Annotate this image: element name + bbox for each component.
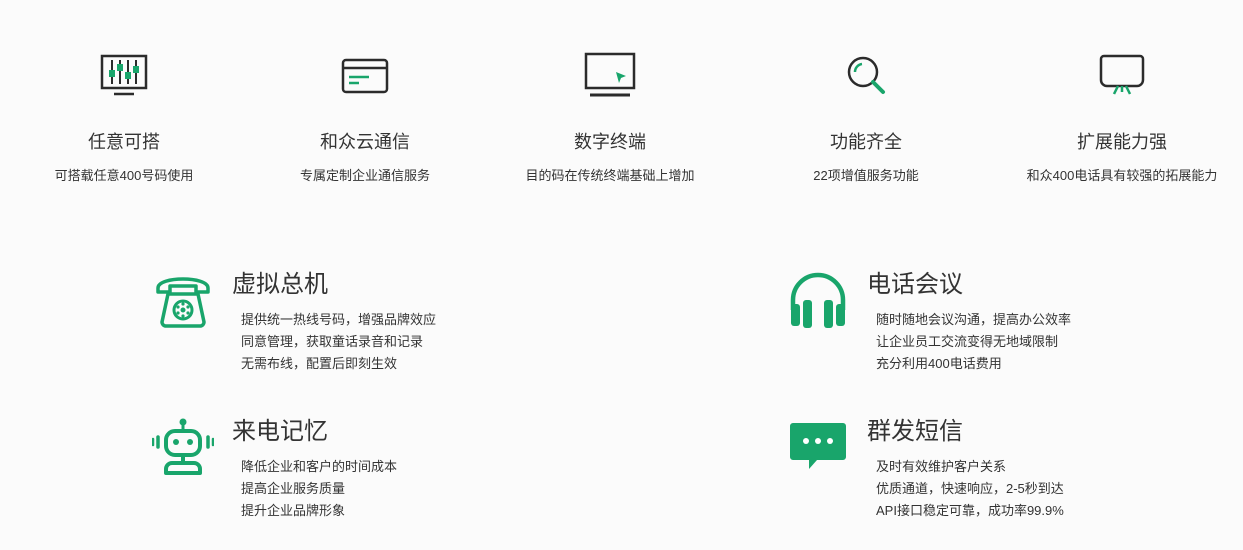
service-line: 随时随地会议沟通，提高办公效率 [876, 312, 1072, 327]
feature-title: 扩展能力强 [1077, 132, 1167, 152]
service-line: 提升企业品牌形象 [241, 503, 346, 518]
service-line: 同意管理，获取童话录音和记录 [241, 334, 424, 349]
feature-desc: 目的码在传统终端基础上增加 [525, 168, 695, 183]
monitor-cursor-icon [584, 52, 636, 97]
service-line: 让企业员工交流变得无地域限制 [876, 334, 1059, 349]
telephone-icon [156, 277, 210, 328]
feature-title: 数字终端 [574, 132, 646, 152]
service-line: 提高企业服务质量 [241, 481, 346, 496]
card-icon [341, 58, 389, 94]
feature-item: 和众云通信 专属定制企业通信服务 [241, 0, 489, 200]
service-title: 来电记忆 [232, 418, 328, 445]
feature-item: 功能齐全 22项增值服务功能 [742, 0, 990, 200]
feature-title: 功能齐全 [830, 132, 902, 152]
features-row: 任意可搭 可搭载任意400号码使用 和众云通信 专属定制企业通信服务 数字终端 … [0, 0, 1243, 200]
equalizer-monitor-icon [100, 54, 148, 96]
service-line: 及时有效维护客户关系 [876, 459, 1007, 474]
feature-item: 扩展能力强 和众400电话具有较强的拓展能力 [998, 0, 1243, 200]
display-stand-icon [1099, 54, 1145, 95]
feature-desc: 和众400电话具有较强的拓展能力 [1026, 168, 1218, 183]
service-lines: 降低企业和客户的时间成本 提高企业服务质量 提升企业品牌形象 [241, 456, 397, 522]
service-conference-call: 电话会议 随时随地会议沟通，提高办公效率 让企业员工交流变得无地域限制 充分利用… [787, 270, 1243, 390]
service-line: 优质通道，快速响应，2-5秒到达 [876, 481, 1064, 496]
service-lines: 及时有效维护客户关系 优质通道，快速响应，2-5秒到达 API接口稳定可靠，成功… [876, 456, 1064, 522]
headphones-icon [790, 272, 846, 328]
feature-title: 和众云通信 [320, 132, 410, 152]
feature-item: 任意可搭 可搭载任意400号码使用 [0, 0, 248, 200]
service-title: 群发短信 [867, 418, 963, 445]
robot-icon [152, 418, 214, 475]
service-lines: 提供统一热线号码，增强品牌效应 同意管理，获取童话录音和记录 无需布线，配置后即… [241, 309, 436, 375]
service-call-memory: 来电记忆 降低企业和客户的时间成本 提高企业服务质量 提升企业品牌形象 [152, 417, 632, 537]
feature-title: 任意可搭 [88, 132, 160, 152]
service-line: 充分利用400电话费用 [876, 356, 1002, 371]
service-lines: 随时随地会议沟通，提高办公效率 让企业员工交流变得无地域限制 充分利用400电话… [876, 309, 1071, 375]
service-virtual-switchboard: 虚拟总机 提供统一热线号码，增强品牌效应 同意管理，获取童话录音和记录 无需布线… [152, 270, 632, 390]
feature-desc: 可搭载任意400号码使用 [54, 168, 194, 183]
service-line: 提供统一热线号码，增强品牌效应 [241, 312, 437, 327]
feature-desc: 专属定制企业通信服务 [299, 168, 430, 183]
feature-item: 数字终端 目的码在传统终端基础上增加 [486, 0, 734, 200]
service-title: 虚拟总机 [232, 271, 328, 298]
service-line: API接口稳定可靠，成功率99.9% [876, 503, 1064, 518]
service-bulk-sms: 群发短信 及时有效维护客户关系 优质通道，快速响应，2-5秒到达 API接口稳定… [787, 417, 1243, 537]
magnifier-icon [847, 56, 885, 94]
chat-bubble-icon [790, 423, 846, 469]
service-line: 无需布线，配置后即刻生效 [241, 356, 398, 371]
service-line: 降低企业和客户的时间成本 [241, 459, 398, 474]
feature-desc: 22项增值服务功能 [813, 168, 919, 183]
service-title: 电话会议 [867, 271, 963, 298]
